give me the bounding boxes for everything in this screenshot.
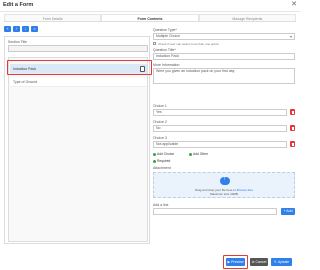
- add-choice-label: Add Choice: [157, 152, 175, 156]
- required-toggle[interactable]: Required: [153, 159, 170, 163]
- add-other-link[interactable]: Add Other: [189, 152, 208, 156]
- move-down-icon[interactable]: ↓: [22, 26, 29, 32]
- question-type-value: Multiple Choice: [156, 34, 180, 38]
- dropzone-limit: Maximum size 10MB: [210, 192, 238, 196]
- delete-choice-icon[interactable]: [290, 125, 295, 131]
- move-up-icon[interactable]: ↑: [13, 26, 20, 32]
- modal-title: Edit a Form: [3, 2, 34, 8]
- list-item-label: Type of Ground: [13, 80, 38, 84]
- upload-cloud-icon: [220, 176, 230, 185]
- check-circle-icon: [153, 159, 156, 163]
- link-input[interactable]: [153, 208, 277, 215]
- list-item[interactable]: Type of Ground: [10, 78, 147, 87]
- question-list: Induction Pack Type of Ground: [8, 57, 148, 242]
- delete-choice-icon[interactable]: [290, 109, 295, 115]
- multi-select-checkbox[interactable]: [153, 42, 156, 45]
- cancel-button[interactable]: ⊘ Cancel: [250, 258, 268, 266]
- add-section-icon[interactable]: +: [4, 26, 11, 32]
- add-link-label: Add a link: [153, 203, 169, 207]
- choice-label: Choice 3: [153, 136, 167, 140]
- update-button[interactable]: ✎ Update: [271, 258, 292, 266]
- question-title-input[interactable]: Induction Pack: [153, 53, 295, 60]
- plus-circle-icon: [153, 152, 156, 156]
- sections-panel: Section Title Induction Pack Type of Gro…: [4, 36, 152, 244]
- attachment-label: Attachment: [153, 166, 171, 170]
- close-icon[interactable]: ✕: [291, 1, 297, 9]
- question-title-label: Question Title*: [153, 48, 176, 52]
- more-info-value: Were you given an induction pack on your…: [156, 69, 235, 73]
- more-info-label: More Information: [153, 63, 180, 67]
- question-type-label: Question Type*: [153, 28, 177, 32]
- more-info-textarea[interactable]: Were you given an induction pack on your…: [153, 68, 295, 84]
- question-title-value: Induction Pack: [156, 54, 179, 58]
- choice-value: Not applicable: [156, 142, 179, 146]
- delete-section-icon[interactable]: ×: [31, 26, 38, 32]
- choice-input[interactable]: Not applicable: [153, 141, 287, 148]
- file-dropzone[interactable]: Drag and drop your file here or Browse f…: [153, 172, 295, 198]
- section-title-label: Section Title: [8, 40, 28, 44]
- tab-manage-recipients[interactable]: Manage Recipients: [198, 14, 296, 21]
- choice-value: Yes: [156, 110, 162, 114]
- plus-circle-icon: [189, 152, 192, 156]
- required-label: Required: [157, 159, 171, 163]
- add-link-button[interactable]: + Add: [281, 208, 295, 215]
- tab-form-contents[interactable]: Form Contents: [101, 14, 199, 21]
- delete-choice-icon[interactable]: [290, 141, 295, 147]
- add-other-label: Add Other: [193, 152, 209, 156]
- preview-button[interactable]: ▶ Preview: [226, 258, 245, 266]
- section-title-input[interactable]: [8, 45, 148, 52]
- section-toolbar: + ↑ ↓ ×: [4, 26, 38, 32]
- modal-footer: ▶ Preview ⊘ Cancel ✎ Update: [0, 250, 300, 270]
- choice-value: No: [156, 126, 161, 130]
- selection-highlight: [7, 60, 152, 75]
- question-type-select[interactable]: Multiple Choice: [153, 33, 295, 40]
- tab-bar: Form Details Form Contents Manage Recipi…: [4, 14, 296, 22]
- choice-label: Choice 2: [153, 120, 167, 124]
- choice-label: Choice 1: [153, 104, 167, 108]
- multi-select-note: Check if user can select more than one o…: [158, 42, 220, 46]
- add-choice-link[interactable]: Add Choice: [153, 152, 174, 156]
- modal-header: Edit a Form ✕: [0, 0, 300, 12]
- tab-form-details[interactable]: Form Details: [4, 14, 102, 21]
- choice-input[interactable]: No: [153, 125, 287, 132]
- choice-input[interactable]: Yes: [153, 109, 287, 116]
